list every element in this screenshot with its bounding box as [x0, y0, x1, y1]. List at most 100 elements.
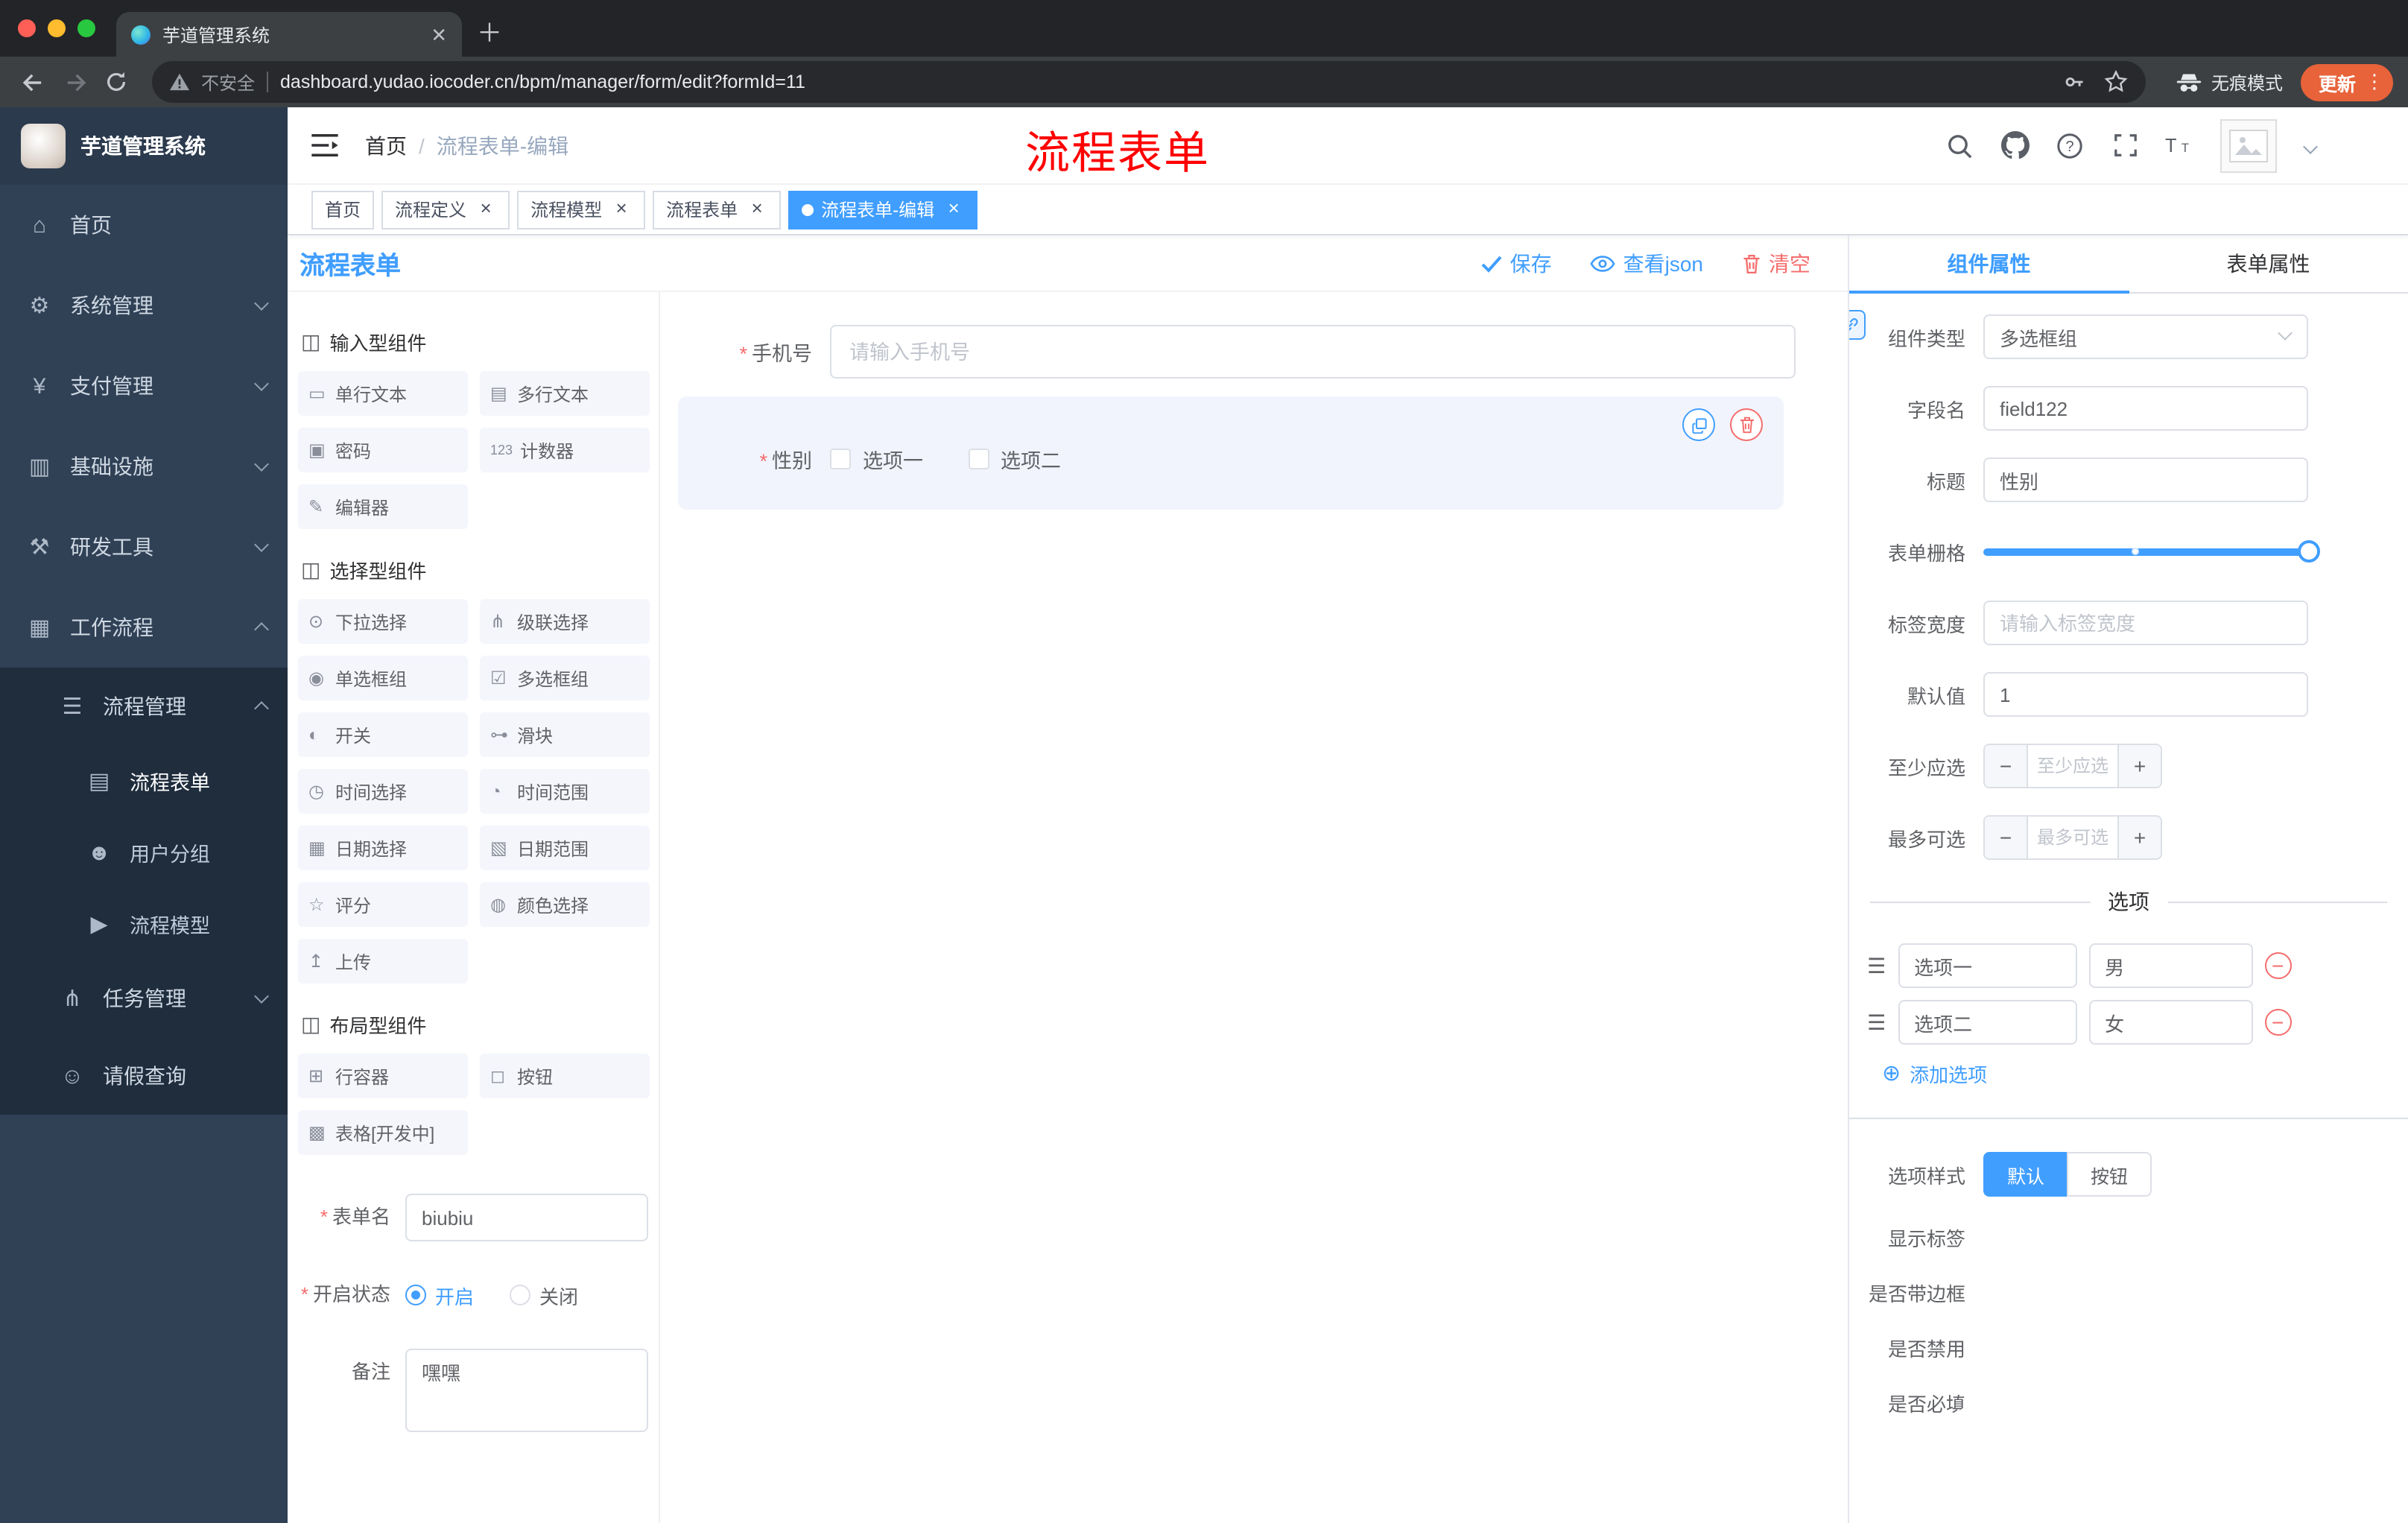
max-select-input[interactable]: [2027, 817, 2119, 858]
component-checkbox-group[interactable]: ☑ 多选框组: [480, 656, 650, 700]
address-bar[interactable]: 不安全 dashboard.yudao.iocoder.cn/bpm/manag…: [152, 61, 2146, 103]
tag-close-icon[interactable]: ×: [943, 197, 964, 220]
status-radio-on[interactable]: 开启: [405, 1281, 474, 1309]
drag-handle-icon[interactable]: ☰: [1867, 953, 1886, 978]
tab-form-props[interactable]: 表单属性: [2129, 235, 2408, 292]
increase-button[interactable]: +: [2119, 745, 2161, 787]
label-width-input[interactable]: [1983, 601, 2308, 645]
component-row-container[interactable]: ⊞ 行容器: [298, 1054, 468, 1098]
fullscreen-icon[interactable]: [2110, 130, 2140, 160]
option-2-label-input[interactable]: [1898, 1000, 2077, 1045]
copy-component-button[interactable]: [1682, 408, 1715, 441]
component-time-picker[interactable]: ◷ 时间选择: [298, 769, 468, 814]
style-default-button[interactable]: 默认: [1983, 1152, 2068, 1197]
gender-option-2-checkbox[interactable]: 选项二: [968, 444, 1061, 474]
component-rating[interactable]: ☆ 评分: [298, 882, 468, 927]
new-tab-button[interactable]: ＋: [477, 19, 502, 49]
component-upload[interactable]: ↥ 上传: [298, 939, 468, 984]
gender-option-1-checkbox[interactable]: 选项一: [830, 444, 923, 474]
back-button[interactable]: [15, 64, 51, 100]
help-icon[interactable]: ?: [2055, 130, 2085, 160]
style-button-button[interactable]: 按钮: [2067, 1152, 2152, 1197]
sidebar-item-system[interactable]: ⚙ 系统管理: [0, 265, 288, 346]
sidebar-item-home[interactable]: ⌂ 首页: [0, 185, 288, 265]
decrease-button[interactable]: −: [1985, 817, 2027, 858]
add-option-button[interactable]: ⊕ 添加选项: [1882, 1060, 2408, 1088]
remove-option-button[interactable]: −: [2264, 952, 2292, 979]
tag-home[interactable]: 首页: [311, 190, 375, 229]
minimize-window-button[interactable]: [48, 19, 66, 37]
component-password[interactable]: ▣ 密码: [298, 428, 468, 472]
link-handle-icon[interactable]: [1849, 310, 1866, 340]
bookmark-star-icon[interactable]: [2104, 70, 2128, 94]
sidebar-item-process-model[interactable]: ▶ 流程模型: [0, 888, 288, 960]
component-slider[interactable]: ⊶ 滑块: [480, 712, 650, 757]
delete-component-button[interactable]: [1730, 408, 1763, 441]
drag-handle-icon[interactable]: ☰: [1867, 1010, 1886, 1035]
component-time-range[interactable]: ◔ 时间范围: [480, 769, 650, 814]
component-counter[interactable]: 123 计数器: [480, 428, 650, 472]
search-icon[interactable]: [1945, 130, 1974, 160]
user-avatar[interactable]: [2220, 118, 2277, 172]
font-size-icon[interactable]: TT: [2165, 130, 2195, 160]
tab-component-props[interactable]: 组件属性: [1849, 235, 2129, 294]
min-select-input[interactable]: [2027, 745, 2119, 787]
reload-button[interactable]: [98, 64, 134, 100]
component-radio-group[interactable]: ◉ 单选框组: [298, 656, 468, 700]
sidebar-item-infrastructure[interactable]: ▥ 基础设施: [0, 426, 288, 507]
component-table[interactable]: ▩ 表格[开发中]: [298, 1110, 468, 1155]
component-multi-line-text[interactable]: ▤ 多行文本: [480, 371, 650, 416]
option-2-value-input[interactable]: [2088, 1000, 2253, 1045]
slider-handle[interactable]: [2298, 540, 2320, 563]
sidebar-toggle-icon[interactable]: [311, 134, 338, 156]
clear-button[interactable]: 清空: [1742, 248, 1810, 278]
option-1-label-input[interactable]: [1898, 943, 2077, 988]
tag-close-icon[interactable]: ×: [611, 197, 632, 220]
tab-close-icon[interactable]: ✕: [428, 25, 450, 44]
sidebar-item-user-group[interactable]: ☻ 用户分组: [0, 817, 288, 888]
sidebar-item-devtools[interactable]: ⚒ 研发工具: [0, 507, 288, 587]
phone-field-row[interactable]: * 手机号: [678, 325, 1796, 379]
option-1-value-input[interactable]: [2088, 943, 2253, 988]
tag-process-model[interactable]: 流程模型 ×: [517, 190, 646, 229]
tag-process-form[interactable]: 流程表单 ×: [653, 190, 782, 229]
update-button[interactable]: 更新 ⋮: [2300, 63, 2393, 101]
component-date-picker[interactable]: ▦ 日期选择: [298, 826, 468, 870]
browser-menu-icon[interactable]: ⋮: [2365, 70, 2384, 94]
sidebar-item-payment[interactable]: ¥ 支付管理: [0, 346, 288, 426]
tag-close-icon[interactable]: ×: [475, 197, 496, 220]
grid-slider[interactable]: [1983, 529, 2320, 574]
component-cascader[interactable]: ⋔ 级联选择: [480, 599, 650, 644]
default-value-input[interactable]: [1983, 672, 2308, 717]
password-key-icon[interactable]: [2062, 70, 2086, 94]
component-editor[interactable]: ✎ 编辑器: [298, 484, 468, 529]
forward-button[interactable]: [57, 64, 92, 100]
selected-component-gender[interactable]: * 性别 选项一 选项二: [678, 396, 1784, 510]
sidebar-item-workflow[interactable]: ▦ 工作流程: [0, 587, 288, 668]
github-icon[interactable]: [2000, 130, 2030, 160]
form-canvas[interactable]: * 手机号 请输入手机号 * 性别 选项一 选项二: [660, 292, 1848, 1523]
tag-close-icon[interactable]: ×: [747, 197, 767, 220]
component-type-select[interactable]: 多选框组: [1983, 314, 2308, 359]
component-single-line-text[interactable]: ▭ 单行文本: [298, 371, 468, 416]
zoom-window-button[interactable]: [77, 19, 95, 37]
form-name-input[interactable]: [405, 1194, 648, 1241]
field-name-input[interactable]: [1983, 386, 2308, 431]
gender-field-row[interactable]: * 性别 选项一 选项二: [678, 444, 1784, 474]
close-window-button[interactable]: [18, 19, 36, 37]
remove-option-button[interactable]: −: [2264, 1009, 2292, 1036]
phone-input[interactable]: [830, 325, 1796, 379]
status-radio-off[interactable]: 关闭: [510, 1281, 578, 1309]
security-label[interactable]: 不安全: [201, 69, 255, 95]
sidebar-item-process-form[interactable]: ▤ 流程表单: [0, 745, 288, 817]
sidebar-item-leave-query[interactable]: ☺ 请假查询: [0, 1037, 288, 1115]
form-remark-textarea[interactable]: 嘿嘿: [405, 1349, 648, 1432]
component-date-range[interactable]: ▧ 日期范围: [480, 826, 650, 870]
sidebar-item-task-management[interactable]: ⋔ 任务管理: [0, 960, 288, 1037]
component-switch[interactable]: ◐ 开关: [298, 712, 468, 757]
component-button[interactable]: ◻ 按钮: [480, 1054, 650, 1098]
tag-process-definition[interactable]: 流程定义 ×: [381, 190, 510, 229]
component-select[interactable]: ⊙ 下拉选择: [298, 599, 468, 644]
save-button[interactable]: 保存: [1482, 248, 1552, 278]
decrease-button[interactable]: −: [1985, 745, 2027, 787]
